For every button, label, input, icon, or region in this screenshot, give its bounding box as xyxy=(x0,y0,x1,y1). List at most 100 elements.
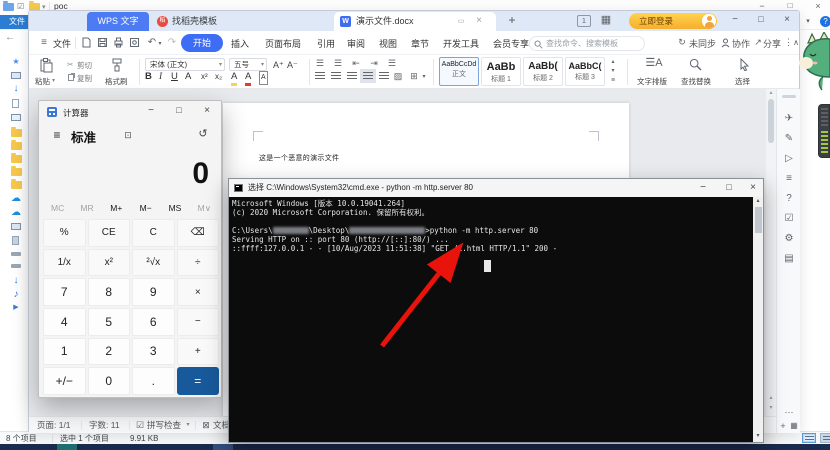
select-tool-icon[interactable] xyxy=(739,58,750,71)
ribbon-expand-caret-icon[interactable]: ▾ xyxy=(803,18,813,25)
align-center-icon[interactable] xyxy=(331,72,341,80)
superscript-button[interactable]: x² xyxy=(201,71,208,83)
panel-adjust-icon[interactable]: ≡ xyxy=(777,173,801,184)
nav-quick-access-icon[interactable]: ★ xyxy=(10,56,22,68)
nav-disk-icon[interactable] xyxy=(11,264,21,268)
prev-page-icon[interactable]: ▴ xyxy=(768,395,774,401)
calc-close-button[interactable]: × xyxy=(201,106,213,116)
grow-font-button[interactable]: A⁺ xyxy=(273,60,284,71)
key-1[interactable]: 1 xyxy=(43,338,86,366)
more-menu-icon[interactable]: ⋮ xyxy=(784,38,790,47)
tab-references[interactable]: 引用 xyxy=(317,37,335,50)
align-distribute-icon[interactable] xyxy=(379,72,389,80)
history-icon[interactable]: ↺ xyxy=(197,129,209,140)
explorer-maximize-button[interactable]: □ xyxy=(784,2,796,10)
wps-close-button[interactable]: × xyxy=(781,15,793,25)
style-body[interactable]: AaBbCcDd 正文 xyxy=(439,57,479,86)
copy-button[interactable]: 复制 xyxy=(77,73,92,84)
align-justify-icon[interactable] xyxy=(363,72,373,80)
cmd-scroll-down-icon[interactable]: ▾ xyxy=(755,433,761,439)
status-words[interactable]: 字数: 11 xyxy=(89,417,120,434)
find-replace-icon[interactable] xyxy=(689,58,702,71)
next-page-icon[interactable]: ▾ xyxy=(768,405,774,411)
tab-view[interactable]: 视图 xyxy=(379,37,397,50)
undo-icon[interactable]: ↶ xyxy=(147,38,157,48)
share-icon[interactable]: ↗ xyxy=(754,38,762,47)
borders-caret-icon[interactable]: ▾ xyxy=(421,74,427,80)
format-painter-label[interactable]: 格式刷 xyxy=(105,76,128,87)
subscript-button[interactable]: x₂ xyxy=(215,71,222,83)
explorer-help-icon[interactable]: ? xyxy=(820,16,830,27)
key-0[interactable]: 0 xyxy=(88,367,131,395)
cmd-scroll-up-icon[interactable]: ▴ xyxy=(755,198,761,204)
nav-downloads-icon[interactable]: ↓ xyxy=(10,83,22,95)
panel-handle[interactable] xyxy=(782,95,796,98)
select-tool-label[interactable]: 选择 xyxy=(735,76,750,87)
document-scrollbar[interactable]: ▴ ▴ ▾ xyxy=(766,89,776,416)
panel-edit-icon[interactable]: ✎ xyxy=(777,133,801,144)
cmd-scrollbar-thumb[interactable] xyxy=(755,207,762,233)
mem-subtract-button[interactable]: M− xyxy=(131,201,160,215)
text-typeset-icon[interactable]: ☰A xyxy=(637,58,671,69)
styles-up-icon[interactable]: ▴ xyxy=(609,59,617,65)
nav-desktop-icon[interactable] xyxy=(11,72,21,79)
cmd-titlebar[interactable]: 选择 C:\Windows\System32\cmd.exe - python … xyxy=(229,179,763,197)
search-input[interactable]: 查找命令、搜索模板 xyxy=(529,36,645,51)
nav-videos-icon[interactable]: ▶ xyxy=(10,302,22,314)
taskbar-edge[interactable] xyxy=(0,444,830,450)
numbered-list-icon[interactable]: ☰ xyxy=(333,59,343,68)
tab-review[interactable]: 审阅 xyxy=(347,37,365,50)
key-multiply[interactable]: × xyxy=(177,278,220,306)
nav-onedrive-icon[interactable]: ☁ xyxy=(10,193,22,205)
indent-icon[interactable]: ⇥ xyxy=(369,59,379,68)
font-size-select[interactable]: 五号 ▾ xyxy=(229,58,267,71)
key-decimal[interactable]: . xyxy=(132,367,175,395)
nav-downloads-icon[interactable]: ↓ xyxy=(10,275,22,287)
scrollbar-thumb[interactable] xyxy=(768,99,774,143)
key-equals[interactable]: = xyxy=(177,367,220,395)
save-icon[interactable] xyxy=(97,37,108,48)
key-sqrt[interactable]: ²√x xyxy=(132,249,175,277)
mem-add-button[interactable]: M+ xyxy=(102,201,131,215)
menu-file[interactable]: 文件 xyxy=(53,37,71,50)
print-icon[interactable] xyxy=(113,37,124,48)
tab-comment-icon[interactable]: ▭ xyxy=(456,18,466,25)
key-5[interactable]: 5 xyxy=(88,308,131,336)
paste-label[interactable]: 粘贴 xyxy=(35,76,50,87)
find-replace-label[interactable]: 查找替换 xyxy=(681,76,711,87)
document-text[interactable]: 这是一个恶意的演示文件 xyxy=(259,153,339,163)
nav-folder-icon[interactable] xyxy=(11,142,22,150)
cmd-maximize-button[interactable]: □ xyxy=(723,183,735,192)
tab-home[interactable]: 开始 xyxy=(181,34,223,52)
shading-icon[interactable]: ▨ xyxy=(393,72,403,81)
calc-maximize-button[interactable]: □ xyxy=(173,106,185,115)
key-8[interactable]: 8 xyxy=(88,278,131,306)
login-button[interactable]: 立即登录 xyxy=(629,13,717,29)
nav-this-pc-icon[interactable] xyxy=(11,223,21,230)
explorer-close-button[interactable]: × xyxy=(812,2,824,11)
spellcheck-caret-icon[interactable]: ▾ xyxy=(185,422,191,428)
key-percent[interactable]: % xyxy=(43,219,86,247)
redo-icon[interactable]: ↷ xyxy=(167,38,177,48)
share-label[interactable]: 分享 xyxy=(763,37,781,50)
new-doc-icon[interactable] xyxy=(81,37,92,48)
key-9[interactable]: 9 xyxy=(132,278,175,306)
outdent-icon[interactable]: ⇤ xyxy=(351,59,361,68)
panel-read-icon[interactable]: ▤ xyxy=(777,253,801,264)
key-clear-entry[interactable]: CE xyxy=(88,219,131,247)
calc-menu-icon[interactable]: ≡ xyxy=(51,129,63,141)
nav-folder-icon[interactable] xyxy=(11,129,22,137)
char-border-button[interactable]: A xyxy=(259,71,268,85)
collaborate-icon[interactable] xyxy=(721,38,730,48)
nav-documents-icon[interactable] xyxy=(12,99,19,108)
main-menu-icon[interactable]: ≡ xyxy=(39,38,49,48)
proofing-icon[interactable]: ⊠ xyxy=(201,421,211,430)
key-square[interactable]: x² xyxy=(88,249,131,277)
qat-properties-icon[interactable]: ☑ xyxy=(17,2,24,11)
bullet-list-icon[interactable]: ☰ xyxy=(315,59,325,68)
cmd-scrollbar[interactable]: ▴ ▾ xyxy=(753,197,763,442)
shrink-font-button[interactable]: A⁻ xyxy=(287,60,298,71)
mem-recall-button[interactable]: MR xyxy=(72,201,101,215)
tab-insert[interactable]: 插入 xyxy=(231,37,249,50)
new-tab-button[interactable]: + xyxy=(505,14,519,26)
